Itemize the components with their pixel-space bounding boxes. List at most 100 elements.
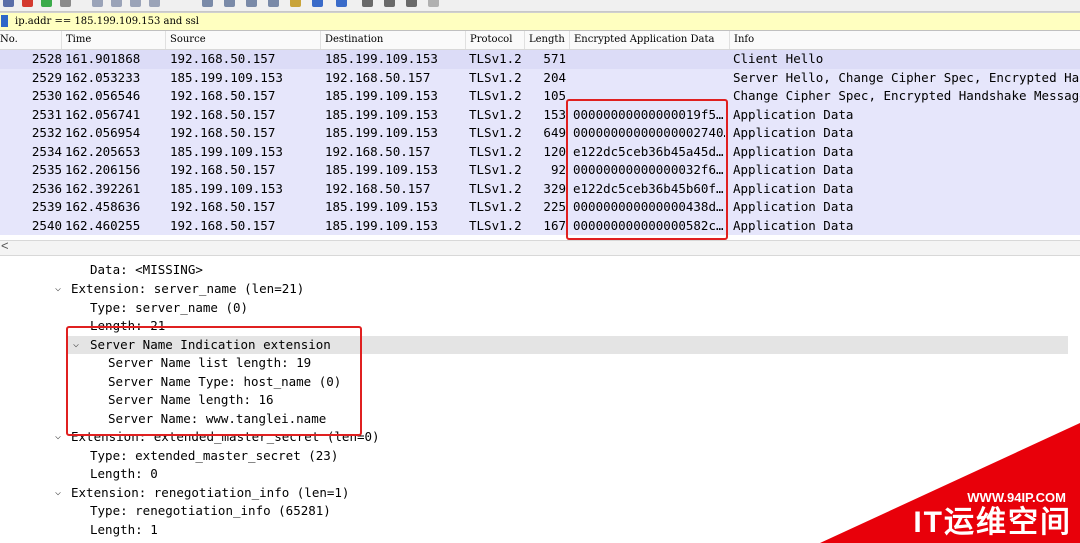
packet-source: 192.168.50.157 — [170, 125, 276, 140]
open-file-icon[interactable] — [3, 0, 14, 7]
packet-info: Client Hello — [733, 51, 824, 66]
packet-protocol: TLSv1.2 — [469, 69, 522, 85]
normal-size-icon[interactable] — [406, 0, 417, 7]
detail-extension-ems[interactable]: Extension: extended_master_secret (len=0… — [71, 428, 380, 447]
column-header-encrypted-data[interactable]: Encrypted Application Data — [569, 31, 729, 49]
detail-sni-extension[interactable]: Server Name Indication extension — [90, 336, 331, 355]
back-icon[interactable] — [202, 0, 213, 7]
packet-encrypted-data: 00000000000000032f6… — [573, 162, 724, 177]
chevron-down-icon[interactable]: ⌵ — [55, 280, 61, 299]
first-packet-icon[interactable] — [268, 0, 279, 7]
packet-row[interactable]: 2529 162.053233 185.199.109.153 192.168.… — [0, 68, 1080, 87]
packet-list-header: No. Time Source Destination Protocol Len… — [0, 31, 1080, 50]
detail-sni-server-name[interactable]: Server Name: www.tanglei.name — [108, 410, 326, 429]
display-filter-input[interactable]: ip.addr == 185.199.109.153 and ssl — [15, 14, 199, 29]
packet-length: 105 — [543, 88, 566, 103]
packet-protocol: TLSv1.2 — [469, 199, 522, 214]
packet-destination: 185.199.109.153 — [325, 51, 438, 66]
packet-info: Application Data — [733, 217, 854, 233]
detail-length-1[interactable]: Length: 1 — [90, 521, 158, 540]
packet-row[interactable]: 2534 162.205653 185.199.109.153 192.168.… — [0, 142, 1080, 161]
main-toolbar — [0, 0, 1080, 12]
packet-protocol: TLSv1.2 — [469, 162, 522, 177]
autoscroll-icon[interactable] — [312, 0, 323, 7]
packet-length: 649 — [543, 125, 566, 140]
packet-time: 162.460255 — [65, 217, 141, 233]
packet-info: Application Data — [733, 162, 854, 177]
column-header-info[interactable]: Info — [729, 31, 1080, 49]
packet-no: 2532 — [31, 125, 62, 140]
column-header-source[interactable]: Source — [165, 31, 320, 49]
reload-icon[interactable] — [149, 0, 160, 7]
detail-length-21[interactable]: Length: 21 — [90, 317, 165, 336]
restart-capture-icon[interactable] — [41, 0, 52, 7]
detail-sni-length[interactable]: Server Name length: 16 — [108, 391, 274, 410]
detail-type-server-name[interactable]: Type: server_name (0) — [90, 299, 248, 318]
detail-type-ems[interactable]: Type: extended_master_secret (23) — [90, 447, 338, 466]
packet-encrypted-data: e122dc5ceb36b45a45d… — [573, 143, 724, 159]
packet-no: 2531 — [31, 106, 62, 122]
packet-protocol: TLSv1.2 — [469, 217, 522, 233]
packet-info: Change Cipher Spec, Encrypted Handshake … — [733, 88, 1080, 103]
scroll-left-icon[interactable]: < — [1, 238, 9, 253]
zoom-in-icon[interactable] — [362, 0, 373, 7]
packet-time: 162.205653 — [65, 143, 141, 159]
packet-row[interactable]: 2528 161.901868 192.168.50.157 185.199.1… — [0, 50, 1080, 69]
packet-info: Server Hello, Change Cipher Spec, Encryp… — [733, 69, 1080, 85]
packet-destination: 185.199.109.153 — [325, 162, 438, 177]
packet-source: 185.199.109.153 — [170, 143, 283, 159]
packet-time: 162.056741 — [65, 106, 141, 122]
display-filter-bar[interactable]: ip.addr == 185.199.109.153 and ssl — [0, 12, 1080, 31]
detail-data-missing[interactable]: Data: <MISSING> — [90, 261, 203, 280]
packet-row[interactable]: 2540 162.460255 192.168.50.157 185.199.1… — [0, 216, 1080, 235]
packet-row[interactable]: 2539 162.458636 192.168.50.157 185.199.1… — [0, 198, 1080, 217]
stop-capture-icon[interactable] — [22, 0, 33, 7]
packet-row[interactable]: 2532 162.056954 192.168.50.157 185.199.1… — [0, 124, 1080, 143]
chevron-down-icon[interactable]: ⌵ — [55, 484, 61, 503]
packet-source: 185.199.109.153 — [170, 180, 283, 196]
detail-sni-list-length[interactable]: Server Name list length: 19 — [108, 354, 311, 373]
column-header-time[interactable]: Time — [61, 31, 165, 49]
packet-row[interactable]: 2531 162.056741 192.168.50.157 185.199.1… — [0, 105, 1080, 124]
capture-options-icon[interactable] — [60, 0, 71, 7]
detail-sni-type[interactable]: Server Name Type: host_name (0) — [108, 373, 341, 392]
chevron-down-icon[interactable]: ⌵ — [55, 428, 61, 447]
bookmark-filter-icon[interactable] — [1, 15, 8, 27]
packet-time: 162.392261 — [65, 180, 141, 196]
close-file-icon[interactable] — [130, 0, 141, 7]
open-icon[interactable] — [92, 0, 103, 7]
detail-type-renegotiation[interactable]: Type: renegotiation_info (65281) — [90, 502, 331, 521]
colorize-icon[interactable] — [336, 0, 347, 7]
column-header-length[interactable]: Length — [524, 31, 569, 49]
last-packet-icon[interactable] — [290, 0, 301, 7]
zoom-out-icon[interactable] — [384, 0, 395, 7]
packet-length: 120 — [543, 143, 566, 159]
packet-row[interactable]: 2530 162.056546 192.168.50.157 185.199.1… — [0, 87, 1080, 106]
detail-length-0[interactable]: Length: 0 — [90, 465, 158, 484]
packet-row[interactable]: 2536 162.392261 185.199.109.153 192.168.… — [0, 179, 1080, 198]
chevron-down-icon[interactable]: ⌵ — [73, 336, 79, 355]
detail-extension-renegotiation[interactable]: Extension: renegotiation_info (len=1) — [71, 484, 349, 503]
forward-icon[interactable] — [224, 0, 235, 7]
packet-info: Application Data — [733, 143, 854, 159]
go-to-packet-icon[interactable] — [246, 0, 257, 7]
packet-destination: 185.199.109.153 — [325, 199, 438, 214]
packet-protocol: TLSv1.2 — [469, 143, 522, 159]
packet-protocol: TLSv1.2 — [469, 180, 522, 196]
packet-list: 2528 161.901868 192.168.50.157 185.199.1… — [0, 50, 1080, 239]
packet-time: 162.458636 — [65, 199, 141, 214]
packet-info: Application Data — [733, 180, 854, 196]
packet-no: 2536 — [31, 180, 62, 196]
packet-list-scrollbar[interactable]: < — [0, 238, 1080, 256]
packet-row[interactable]: 2535 162.206156 192.168.50.157 185.199.1… — [0, 161, 1080, 180]
detail-extension-server-name[interactable]: Extension: server_name (len=21) — [71, 280, 304, 299]
resize-columns-icon[interactable] — [428, 0, 439, 7]
packet-encrypted-data — [573, 87, 725, 106]
packet-source: 192.168.50.157 — [170, 199, 276, 214]
column-header-no[interactable]: No. — [0, 31, 61, 49]
packet-protocol: TLSv1.2 — [469, 125, 522, 140]
column-header-protocol[interactable]: Protocol — [465, 31, 524, 49]
column-header-destination[interactable]: Destination — [320, 31, 465, 49]
packet-source: 185.199.109.153 — [170, 69, 283, 85]
save-icon[interactable] — [111, 0, 122, 7]
